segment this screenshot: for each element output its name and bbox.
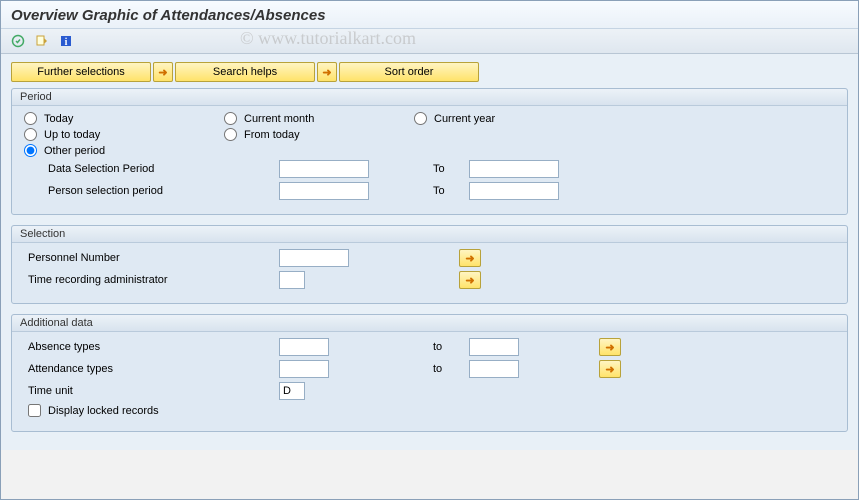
multiple-selection-button[interactable]: ➜ <box>599 360 621 378</box>
absence-types-to[interactable] <box>469 338 519 356</box>
multiple-selection-button[interactable]: ➜ <box>459 271 481 289</box>
time-admin-label: Time recording administrator <box>24 274 279 286</box>
time-unit-input[interactable] <box>279 382 305 400</box>
to-label: to <box>429 363 469 375</box>
selection-title: Selection <box>12 226 847 243</box>
title-bar: Overview Graphic of Attendances/Absences <box>1 1 858 29</box>
sort-order-button[interactable]: Sort order <box>339 62 479 82</box>
data-selection-to[interactable] <box>469 160 559 178</box>
radio-other-period[interactable]: Other period <box>24 144 224 157</box>
time-admin-input[interactable] <box>279 271 305 289</box>
svg-text:i: i <box>65 37 68 48</box>
to-label: To <box>429 185 469 197</box>
time-unit-label: Time unit <box>24 385 279 397</box>
period-title: Period <box>12 89 847 106</box>
personnel-number-input[interactable] <box>279 249 349 267</box>
person-selection-to[interactable] <box>469 182 559 200</box>
radio-current-year[interactable]: Current year <box>414 112 614 125</box>
page-title: Overview Graphic of Attendances/Absences <box>11 7 848 24</box>
additional-group: Additional data Absence types to ➜ Atten… <box>11 314 848 432</box>
further-selections-button[interactable]: Further selections <box>11 62 151 82</box>
selection-buttons: Further selections ➜ Search helps ➜ Sort… <box>11 62 848 82</box>
data-selection-label: Data Selection Period <box>24 163 279 175</box>
attendance-types-to[interactable] <box>469 360 519 378</box>
person-selection-label: Person selection period <box>24 185 279 197</box>
info-icon[interactable]: i <box>57 32 75 50</box>
display-locked-checkbox[interactable]: Display locked records <box>24 404 159 417</box>
multiple-selection-button[interactable]: ➜ <box>599 338 621 356</box>
period-group: Period Today Current month Current year … <box>11 88 848 215</box>
data-selection-from[interactable] <box>279 160 369 178</box>
variant-icon[interactable] <box>33 32 51 50</box>
absence-types-label: Absence types <box>24 341 279 353</box>
to-label: To <box>429 163 469 175</box>
arrow-icon: ➜ <box>317 62 337 82</box>
personnel-number-label: Personnel Number <box>24 252 279 264</box>
additional-title: Additional data <box>12 315 847 332</box>
attendance-types-label: Attendance types <box>24 363 279 375</box>
content-area: Further selections ➜ Search helps ➜ Sort… <box>1 54 858 450</box>
radio-current-month[interactable]: Current month <box>224 112 414 125</box>
search-helps-button[interactable]: Search helps <box>175 62 315 82</box>
selection-group: Selection Personnel Number ➜ Time record… <box>11 225 848 304</box>
app-toolbar: i <box>1 29 858 54</box>
multiple-selection-button[interactable]: ➜ <box>459 249 481 267</box>
person-selection-from[interactable] <box>279 182 369 200</box>
radio-from-today[interactable]: From today <box>224 128 414 141</box>
radio-today[interactable]: Today <box>24 112 224 125</box>
attendance-types-from[interactable] <box>279 360 329 378</box>
absence-types-from[interactable] <box>279 338 329 356</box>
radio-up-to-today[interactable]: Up to today <box>24 128 224 141</box>
execute-icon[interactable] <box>9 32 27 50</box>
arrow-icon: ➜ <box>153 62 173 82</box>
to-label: to <box>429 341 469 353</box>
